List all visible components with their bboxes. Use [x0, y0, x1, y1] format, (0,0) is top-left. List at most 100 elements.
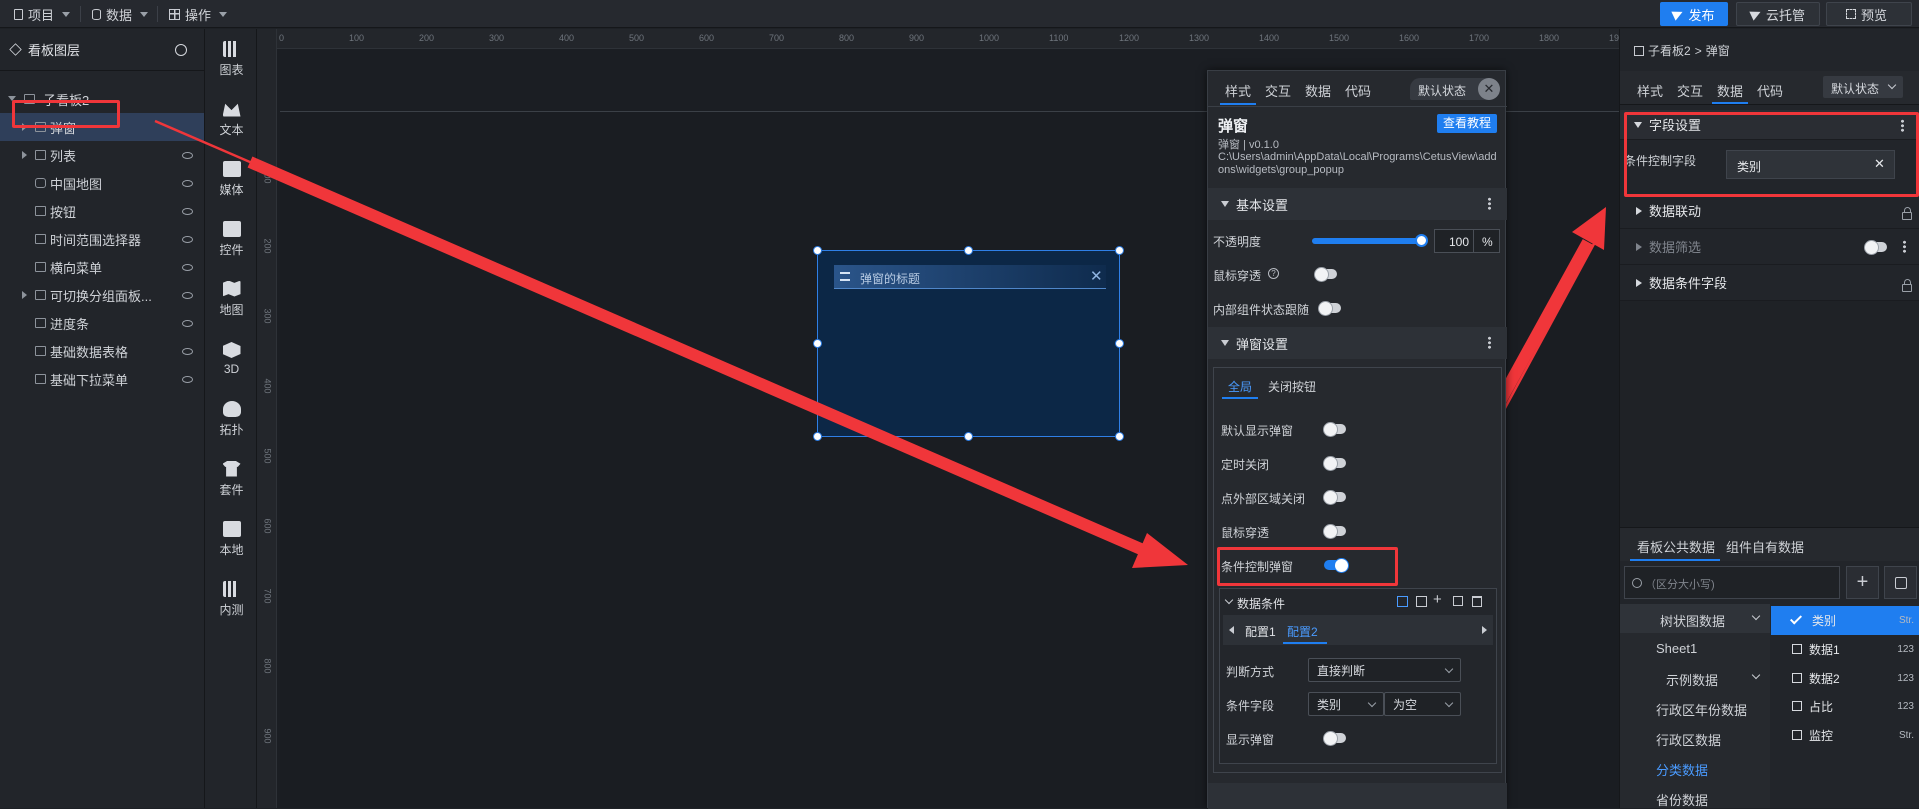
state-selector[interactable]: 默认状态 ✕ [1410, 78, 1500, 100]
right-tabs: 样式 交互 数据 代码 默认状态 [1620, 71, 1919, 105]
field-item[interactable]: 数据2 123 [1771, 664, 1919, 693]
config-tab-1[interactable]: 配置1 [1245, 623, 1276, 640]
property-panel: 样式 交互 数据 代码 默认状态 ✕ 弹窗 查看教程 弹窗 | v0.1.0 C… [1207, 70, 1507, 809]
tab-style[interactable]: 样式 [1637, 81, 1663, 100]
popup-mouse-through-label: 鼠标穿透 [1221, 526, 1270, 540]
inner-follow-toggle[interactable] [1318, 301, 1341, 316]
trash-icon[interactable] [1472, 596, 1482, 607]
widget-name: 弹窗 [1218, 118, 1249, 135]
tab-code[interactable]: 代码 [1757, 81, 1783, 100]
close-circle-icon[interactable]: ✕ [1478, 78, 1500, 100]
data-condition-box: 数据条件 + 配置1 配置2 判断方式 直接判断 条件字段 类别 为空 显示弹窗 [1219, 588, 1497, 764]
tree-item[interactable]: 示例数据 [1666, 670, 1718, 689]
timed-close-label: 定时关闭 [1221, 458, 1270, 472]
section-data-condition-field[interactable]: 数据条件字段 [1620, 265, 1919, 301]
copy-icon[interactable] [1453, 596, 1463, 606]
highlight-field-settings [1624, 112, 1919, 197]
checkbox[interactable] [1792, 673, 1802, 683]
tab-interaction[interactable]: 交互 [1265, 81, 1291, 100]
judge-method-label: 判断方式 [1226, 665, 1275, 679]
timed-close-toggle[interactable] [1323, 456, 1346, 471]
check-icon [1789, 612, 1803, 625]
tutorial-button[interactable]: 查看教程 [1437, 114, 1497, 133]
search-icon [1632, 578, 1642, 588]
chevron-down-icon [1887, 80, 1897, 90]
chevron-down-icon[interactable] [1224, 595, 1234, 605]
subtab-global[interactable]: 全局 [1228, 378, 1252, 395]
config-tab-2[interactable]: 配置2 [1287, 623, 1318, 640]
config-tabs: 配置1 配置2 [1223, 615, 1493, 645]
condition-operator-select[interactable]: 为空 [1384, 692, 1461, 716]
opacity-label: 不透明度 [1213, 235, 1262, 249]
tab-data[interactable]: 数据 [1305, 81, 1331, 100]
outside-close-label: 点外部区域关闭 [1221, 492, 1306, 506]
plus-icon[interactable]: + [1433, 591, 1442, 608]
judge-method-select[interactable]: 直接判断 [1308, 658, 1461, 682]
caret-left-icon[interactable] [1229, 626, 1234, 634]
checkbox[interactable] [1792, 701, 1802, 711]
help-icon[interactable]: ? [1268, 268, 1279, 279]
caret-right-icon [1636, 243, 1642, 251]
caret-right-icon [1636, 207, 1642, 215]
tree-item-selected[interactable]: 分类数据 [1656, 760, 1708, 779]
caret-right-icon [1636, 279, 1642, 287]
edit-data-button[interactable] [1884, 566, 1917, 599]
tab-data[interactable]: 数据 [1717, 81, 1743, 100]
popup-mouse-through-toggle[interactable] [1323, 524, 1346, 539]
add-data-button[interactable]: + [1846, 566, 1879, 599]
widget-version: 弹窗 | v0.1.0 [1218, 139, 1279, 151]
chevron-down-icon [1751, 670, 1761, 680]
tree-item[interactable]: 行政区数据 [1656, 730, 1721, 749]
tab-interaction[interactable]: 交互 [1677, 81, 1703, 100]
widget-path: C:\Users\admin\AppData\Local\Programs\Ce… [1218, 151, 1497, 176]
slider-handle[interactable] [1415, 234, 1428, 247]
layout-icon[interactable] [1397, 596, 1408, 607]
data-condition-title: 数据条件 [1237, 597, 1286, 611]
tree-item[interactable]: 行政区年份数据 [1656, 700, 1747, 719]
condition-field-label: 条件字段 [1226, 699, 1275, 713]
section-data-filter[interactable]: 数据筛选 [1620, 229, 1919, 265]
tree-item[interactable]: 省份数据 [1656, 790, 1708, 809]
state-selector[interactable]: 默认状态 [1823, 76, 1903, 98]
caret-right-icon[interactable] [1482, 626, 1487, 634]
tab-style[interactable]: 样式 [1225, 81, 1251, 100]
tab-code[interactable]: 代码 [1345, 81, 1371, 100]
condition-field-select[interactable]: 类别 [1308, 692, 1384, 716]
field-item[interactable]: 监控 Str. [1771, 721, 1919, 750]
highlight-condition-control [1217, 547, 1398, 586]
default-show-toggle[interactable] [1323, 422, 1346, 437]
tree-item[interactable]: 树状图数据 [1660, 611, 1725, 630]
section-next[interactable] [1208, 783, 1507, 809]
section-data-link[interactable]: 数据联动 [1620, 193, 1919, 229]
data-search-input[interactable]: （区分大小写) [1624, 566, 1840, 599]
checkbox[interactable] [1792, 730, 1802, 740]
more-icon[interactable] [1903, 240, 1906, 253]
section-popup-settings[interactable]: 弹窗设置 [1208, 327, 1507, 359]
field-item[interactable]: 占比 123 [1771, 692, 1919, 721]
table-icon[interactable] [1416, 596, 1427, 607]
caret-down-icon [1221, 340, 1229, 346]
more-icon[interactable] [1488, 197, 1491, 210]
chevron-down-icon [1444, 664, 1454, 674]
chevron-down-icon [1367, 698, 1377, 708]
lock-icon[interactable] [1902, 279, 1912, 292]
more-icon[interactable] [1488, 336, 1491, 349]
tab-board-public-data[interactable]: 看板公共数据 [1637, 537, 1715, 556]
data-filter-toggle[interactable] [1864, 240, 1887, 255]
field-item-selected[interactable]: 类别 Str. [1771, 606, 1919, 635]
opacity-slider[interactable] [1312, 234, 1428, 247]
section-basic-settings[interactable]: 基本设置 [1208, 188, 1507, 220]
lock-icon[interactable] [1902, 207, 1912, 220]
subtab-close-button[interactable]: 关闭按钮 [1268, 378, 1316, 395]
checkbox[interactable] [1792, 644, 1802, 654]
show-popup-toggle[interactable] [1323, 731, 1346, 746]
tree-item[interactable]: Sheet1 [1656, 641, 1697, 656]
opacity-input[interactable]: 100 % [1434, 229, 1500, 253]
outside-close-toggle[interactable] [1323, 490, 1346, 505]
inner-follow-label: 内部组件状态跟随 [1213, 303, 1310, 317]
tab-own-data[interactable]: 组件自有数据 [1726, 537, 1804, 556]
data-source-tabs: 看板公共数据 组件自有数据 [1620, 527, 1919, 561]
mouse-through-toggle[interactable] [1314, 267, 1337, 282]
show-popup-label: 显示弹窗 [1226, 733, 1275, 747]
field-item[interactable]: 数据1 123 [1771, 635, 1919, 664]
